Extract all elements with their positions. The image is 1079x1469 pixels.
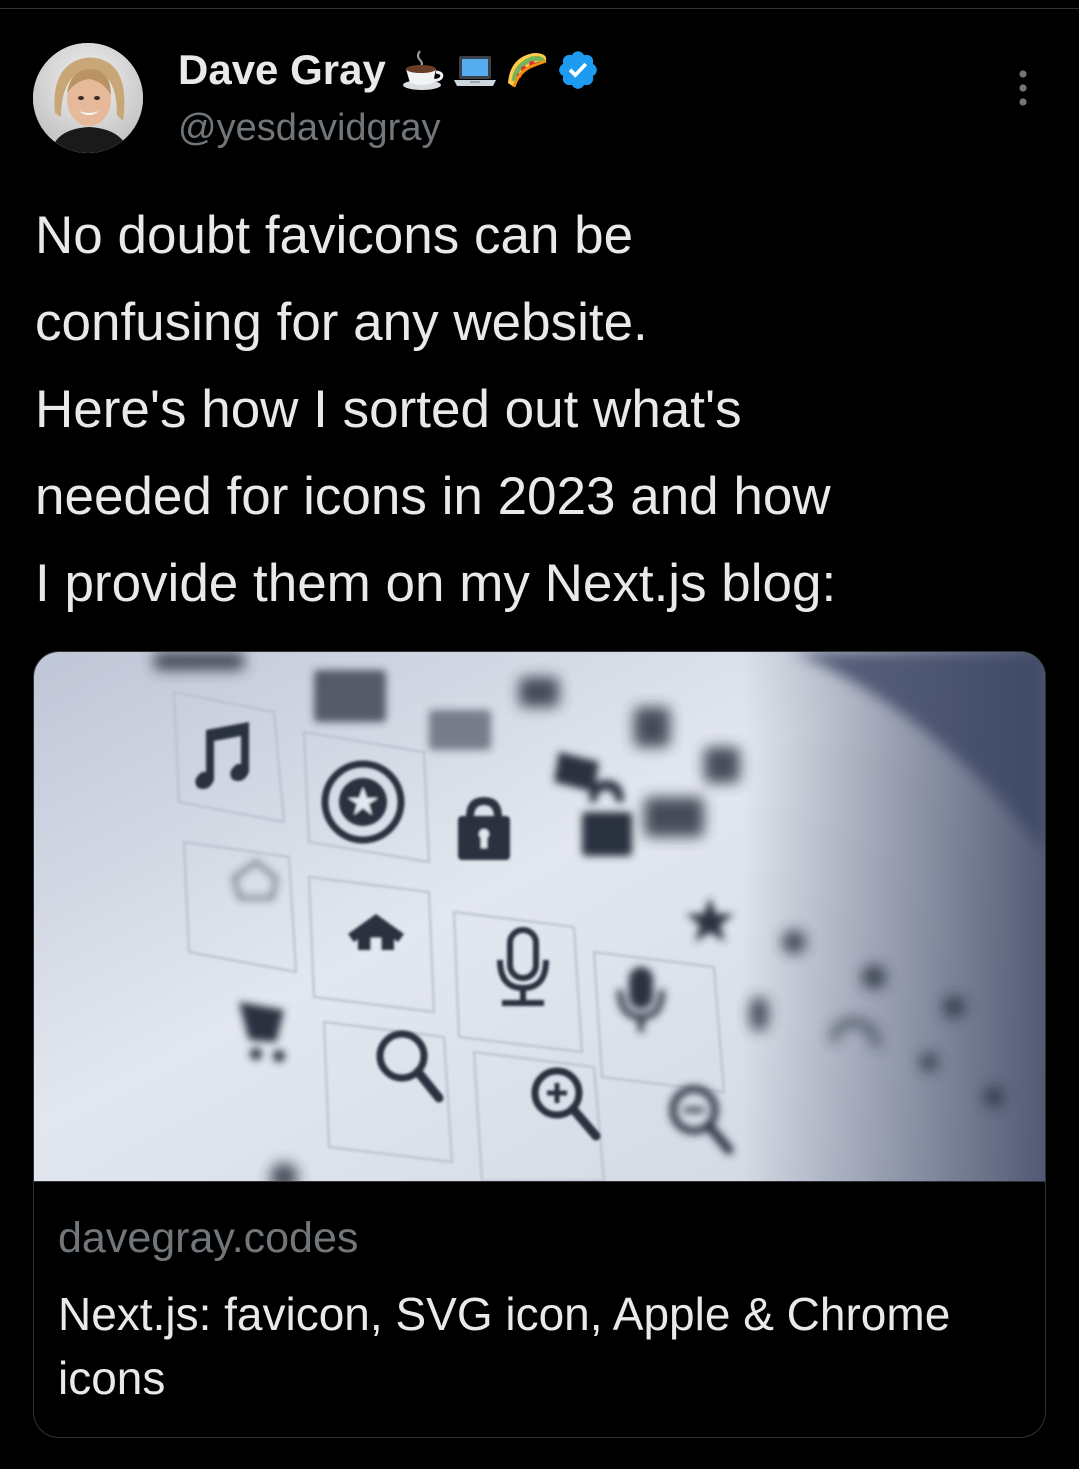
tweet-text: No doubt favicons can be confusing for a… <box>35 206 837 613</box>
card-title: Next.js: favicon, SVG icon, Apple & Chro… <box>58 1288 951 1404</box>
coffee-emoji-icon <box>402 50 444 90</box>
verified-badge-icon[interactable] <box>556 48 600 92</box>
taco-emoji-icon <box>507 53 547 88</box>
link-card[interactable]: davegray.codes Next.js: favicon, SVG ico… <box>33 651 1046 1438</box>
author-name[interactable]: Dave Gray <box>178 46 386 94</box>
top-divider <box>0 8 1079 9</box>
laptop-emoji-icon <box>453 56 496 86</box>
more-options-icon[interactable] <box>1006 64 1040 112</box>
author-avatar[interactable] <box>33 43 143 153</box>
author-handle[interactable]: @yesdavidgray <box>178 107 440 150</box>
author-name-row: Dave Gray <box>178 40 600 100</box>
card-image[interactable] <box>34 652 1045 1181</box>
card-divider <box>34 1181 1045 1182</box>
card-domain: davegray.codes <box>58 1214 359 1262</box>
